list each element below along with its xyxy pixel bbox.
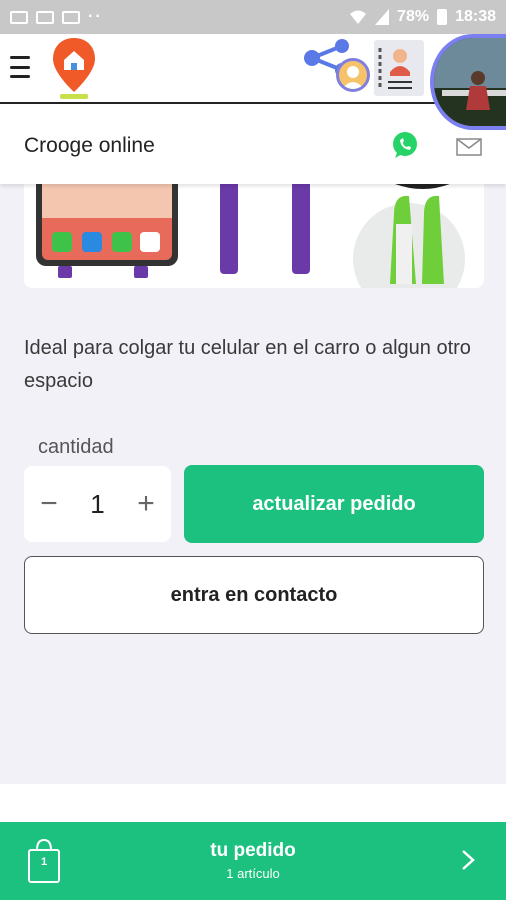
quantity-label: cantidad — [38, 436, 114, 458]
wifi-icon — [350, 10, 367, 24]
location-pin-home-icon[interactable] — [50, 36, 98, 100]
clock: 18:38 — [455, 8, 496, 25]
contact-button[interactable]: entra en contacto — [24, 556, 484, 634]
store-header: Crooge online — [0, 106, 506, 184]
image-notification-icon — [36, 10, 54, 24]
notification-icons: ·· — [10, 8, 103, 26]
product-content: Ideal para colgar tu celular en el carro… — [0, 184, 506, 784]
contact-book-icon[interactable] — [374, 40, 424, 96]
order-title: tu pedido — [210, 840, 296, 861]
order-bar[interactable]: 1 tu pedido 1 artículo — [0, 822, 506, 900]
product-image — [24, 184, 484, 288]
signal-icon — [375, 9, 390, 25]
more-notifications-icon: ·· — [88, 8, 103, 25]
decrease-quantity-button[interactable]: − — [40, 487, 58, 521]
system-status: 78% 18:38 — [349, 8, 496, 26]
status-bar: ·· 78% 18:38 — [0, 0, 506, 34]
laptop-notification-icon — [62, 10, 80, 24]
store-title: Crooge online — [24, 134, 155, 157]
product-description: Ideal para colgar tu celular en el carro… — [24, 337, 471, 392]
battery-percentage: 78% — [397, 8, 430, 25]
chevron-right-icon — [462, 850, 475, 870]
order-item-count: 1 artículo — [226, 866, 280, 881]
app-bar — [0, 34, 506, 104]
whatsapp-icon[interactable] — [390, 130, 420, 160]
quantity-value[interactable]: 1 — [90, 489, 104, 520]
battery-icon — [437, 9, 448, 25]
mail-icon[interactable] — [456, 138, 482, 156]
user-avatar-icon[interactable] — [336, 58, 370, 92]
hamburger-icon[interactable] — [10, 56, 30, 78]
profile-photo[interactable] — [430, 34, 506, 130]
update-order-button[interactable]: actualizar pedido — [184, 465, 484, 543]
quantity-stepper: − 1 + — [24, 466, 171, 542]
screen-notification-icon — [10, 10, 28, 24]
increase-quantity-button[interactable]: + — [137, 487, 155, 521]
